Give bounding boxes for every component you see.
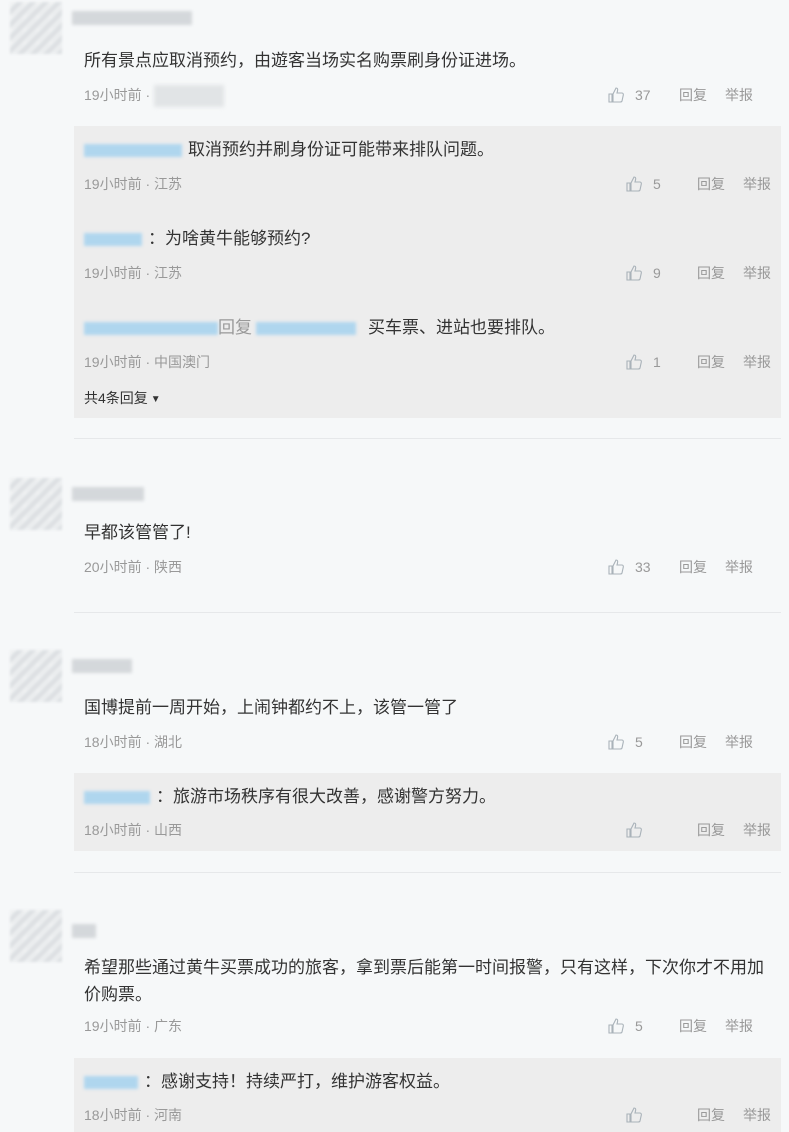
reply-button[interactable]: 回复 [697, 820, 725, 840]
reply-button[interactable]: 回复 [679, 85, 707, 105]
reply-meta: 19小时前 · 江苏 5 回复 举报 [84, 174, 771, 194]
report-button[interactable]: 举报 [743, 174, 771, 194]
reply-actions: 回复 举报 [625, 820, 771, 840]
reply-to-label: 回复 [218, 318, 252, 337]
comment-content: 希望那些通过黄牛买票成功的旅客，拿到票后能第一时间报警，只有这样，下次你才不用加… [84, 958, 764, 1004]
report-button[interactable]: 举报 [725, 732, 753, 752]
reply-meta: 18小时前 · 山西 回复 举报 [84, 820, 771, 840]
thumbs-up-icon[interactable] [625, 264, 643, 282]
comment-actions: 5 回复 举报 [607, 1016, 753, 1036]
reply-meta: 18小时前 · 河南 回复 举报 [84, 1105, 771, 1125]
reply-button[interactable]: 回复 [697, 174, 725, 194]
reply-username[interactable] [84, 322, 218, 336]
comment-meta: 19小时前 · 广东 5 回复 举报 [84, 1016, 771, 1036]
reply-box: ：感谢支持！持续严打，维护游客权益。 18小时前 · 河南 回复 举报 [74, 1058, 781, 1132]
thumbs-up-icon[interactable] [607, 558, 625, 576]
comment-time: 19小时前 · 广东 [84, 1018, 183, 1034]
reply-content: ：为啥黄牛能够预约? [84, 225, 771, 252]
report-button[interactable]: 举报 [743, 352, 771, 372]
reply-target-username[interactable] [256, 322, 356, 336]
username[interactable] [72, 487, 144, 501]
like-count: 5 [635, 734, 643, 750]
avatar[interactable] [10, 2, 62, 54]
avatar[interactable] [10, 910, 62, 962]
reply-time: 18小时前 · 山西 [84, 822, 183, 838]
reply-content: ：旅游市场秩序有很大改善，感谢警方努力。 [84, 783, 771, 810]
report-button[interactable]: 举报 [743, 263, 771, 283]
like-count: 33 [635, 559, 651, 575]
reply-time: 19小时前 · 江苏 [84, 265, 183, 281]
username[interactable] [72, 924, 96, 938]
divider [74, 612, 781, 613]
report-button[interactable]: 举报 [743, 1105, 771, 1125]
thumbs-up-icon[interactable] [625, 353, 643, 371]
reply-time: 18小时前 · 河南 [84, 1107, 183, 1123]
reply-box: 取消预约并刷身份证可能带来排队问题。 19小时前 · 江苏 5 回复 举报 ：为… [74, 126, 781, 418]
avatar[interactable] [10, 650, 62, 702]
thumbs-up-icon[interactable] [607, 1017, 625, 1035]
reply-button[interactable]: 回复 [679, 1016, 707, 1036]
comment-meta: 20小时前 · 陕西 33 回复 举报 [84, 557, 771, 577]
location-blur [154, 85, 225, 108]
thumbs-up-icon[interactable] [625, 175, 643, 193]
comment-actions: 37 回复 举报 [607, 85, 753, 105]
comment-actions: 33 回复 举报 [607, 557, 753, 577]
report-button[interactable]: 举报 [743, 820, 771, 840]
thumbs-up-icon[interactable] [625, 821, 643, 839]
comment-content: 所有景点应取消预约，由遊客当场实名购票刷身份证进场。 [84, 51, 526, 70]
reply-username[interactable] [84, 233, 142, 247]
reply-username[interactable] [84, 144, 182, 158]
report-button[interactable]: 举报 [725, 557, 753, 577]
thumbs-up-icon[interactable] [607, 733, 625, 751]
avatar[interactable] [10, 478, 62, 530]
divider [74, 438, 781, 439]
reply-button[interactable]: 回复 [697, 1105, 725, 1125]
reply-meta: 19小时前 · 江苏 9 回复 举报 [84, 263, 771, 283]
reply-time: 19小时前 · 中国澳门 [84, 354, 211, 370]
comment-meta: 18小时前 · 湖北 5 回复 举报 [84, 732, 771, 752]
reply-button[interactable]: 回复 [679, 557, 707, 577]
like-count: 5 [653, 176, 661, 192]
reply-username[interactable] [84, 1076, 138, 1090]
like-count: 9 [653, 265, 661, 281]
username[interactable] [72, 11, 192, 25]
caret-down-icon: ▼ [150, 394, 161, 405]
more-replies-link[interactable]: 共4条回复 ▼ [84, 388, 161, 408]
like-count: 5 [635, 1018, 643, 1034]
reply-content: ：感谢支持！持续严打，维护游客权益。 [84, 1068, 771, 1095]
reply-button[interactable]: 回复 [697, 263, 725, 283]
reply-username[interactable] [84, 791, 150, 805]
username[interactable] [72, 659, 132, 673]
divider [74, 872, 781, 873]
comment-time: 19小时前 · [84, 87, 151, 103]
thumbs-up-icon[interactable] [625, 1106, 643, 1124]
report-button[interactable]: 举报 [725, 1016, 753, 1036]
thumbs-up-icon[interactable] [607, 86, 625, 104]
reply-actions: 回复 举报 [625, 1105, 771, 1125]
comment-time: 18小时前 · 湖北 [84, 734, 183, 750]
reply-content: 回复 买车票、进站也要排队。 [84, 314, 771, 341]
reply-button[interactable]: 回复 [697, 352, 725, 372]
comment-content: 国博提前一周开始，上闹钟都约不上，该管一管了 [84, 698, 458, 717]
report-button[interactable]: 举报 [725, 85, 753, 105]
reply-actions: 9 回复 举报 [625, 263, 771, 283]
comment-actions: 5 回复 举报 [607, 732, 753, 752]
reply-meta: 19小时前 · 中国澳门 1 回复 举报 [84, 352, 771, 372]
reply-time: 19小时前 · 江苏 [84, 176, 183, 192]
comment-time: 20小时前 · 陕西 [84, 559, 183, 575]
reply-button[interactable]: 回复 [679, 732, 707, 752]
comment-content: 早都该管管了! [84, 523, 191, 542]
like-count: 1 [653, 354, 661, 370]
comment-meta: 19小时前 · 37 回复 举报 [84, 85, 771, 108]
reply-actions: 1 回复 举报 [625, 352, 771, 372]
reply-box: ：旅游市场秩序有很大改善，感谢警方努力。 18小时前 · 山西 回复 举报 [74, 773, 781, 851]
reply-actions: 5 回复 举报 [625, 174, 771, 194]
reply-content: 取消预约并刷身份证可能带来排队问题。 [84, 136, 771, 163]
like-count: 37 [635, 87, 651, 103]
